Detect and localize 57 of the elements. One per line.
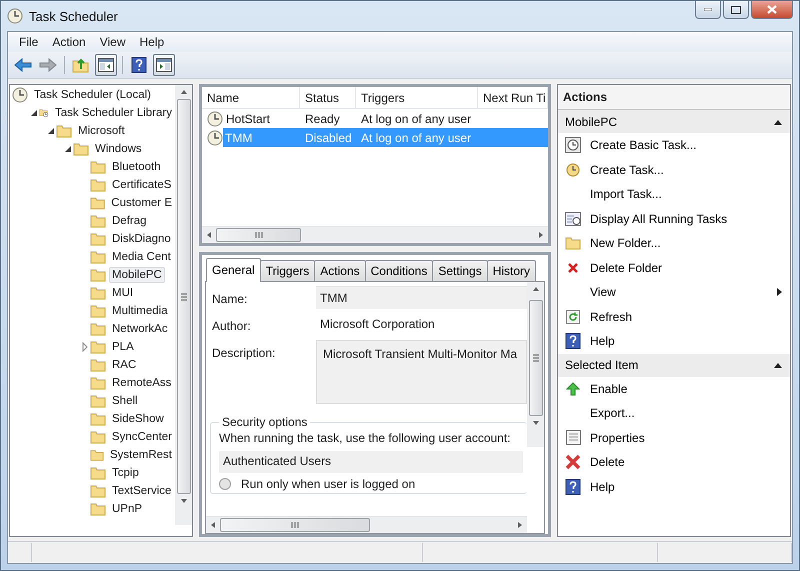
tab[interactable]: Triggers [260, 260, 316, 281]
tab[interactable]: Actions [314, 260, 366, 281]
field-label: Name: [211, 291, 248, 306]
radio-label: Run only when user is logged on [241, 477, 416, 491]
tab[interactable]: Conditions [364, 260, 434, 281]
read-only-field[interactable]: Microsoft Transient Multi-Monitor Ma [316, 340, 527, 404]
tree-item[interactable]: SystemRest [107, 447, 175, 463]
user-account-field[interactable]: Authenticated Users [219, 451, 523, 473]
column-header[interactable]: Triggers [356, 87, 478, 109]
tree-item[interactable]: Windows [92, 141, 145, 157]
actions-pane-title: Actions [558, 85, 790, 110]
tree-item[interactable]: Task Scheduler (Local) [31, 87, 154, 103]
tab[interactable]: Settings [432, 260, 488, 281]
tree-item[interactable]: RemoteAss [109, 375, 174, 391]
tree-item[interactable]: Defrag [109, 213, 150, 229]
field-label: Author: [211, 318, 252, 333]
group-title: Security options [221, 415, 308, 429]
read-only-field[interactable]: TMM [316, 286, 527, 309]
tree-item[interactable]: SideShow [109, 411, 167, 427]
tree-item[interactable]: RAC [109, 357, 140, 373]
field-label: Description: [211, 345, 276, 360]
tree-item[interactable]: Tcpip [109, 465, 142, 481]
tree-item[interactable]: TextService [109, 483, 174, 499]
tree-item[interactable]: Shell [109, 393, 141, 409]
window-title: Task Scheduler [29, 8, 119, 24]
tree-item[interactable]: PLA [109, 339, 137, 355]
table-cell: Disabled [300, 128, 356, 147]
tab[interactable]: History [486, 260, 536, 281]
tree-item[interactable]: NetworkAc [109, 321, 171, 337]
column-header[interactable]: Status [300, 87, 356, 109]
tree-item[interactable]: Microsoft [75, 123, 128, 139]
column-header[interactable]: Next Run Ti [478, 87, 548, 109]
tree-item[interactable]: Media Cent [109, 249, 174, 265]
menu-item[interactable]: Help [132, 33, 172, 51]
tree-item[interactable]: SyncCenter [108, 429, 175, 445]
field-value: Microsoft Corporation [319, 316, 436, 333]
tab[interactable]: General [206, 258, 261, 282]
account-prompt: When running the task, use the following user account: [219, 431, 512, 445]
section-header[interactable]: MobilePC [558, 110, 790, 133]
tree-item[interactable]: CertificateS [109, 177, 174, 193]
menu-item[interactable]: Action [45, 33, 93, 51]
tree-item[interactable]: MUI [109, 285, 136, 301]
tree-item[interactable]: Task Scheduler Library [52, 105, 175, 121]
table-cell-text: At log on of any user [360, 110, 472, 128]
tree-item[interactable]: Multimedia [109, 303, 171, 319]
tree-item[interactable]: Bluetooth [109, 159, 164, 175]
table-cell: At log on of any user [356, 128, 478, 147]
tree-item[interactable]: Customer E [108, 195, 175, 211]
task-name[interactable]: HotStart [226, 112, 270, 126]
menu-item[interactable]: File [12, 33, 46, 51]
tree-item[interactable]: UPnP [109, 501, 146, 517]
table-cell-text: Ready [304, 110, 341, 128]
tree-item[interactable]: MobilePC [109, 267, 165, 283]
menu-item[interactable]: View [92, 33, 132, 51]
section-header[interactable]: Selected Item [558, 354, 790, 376]
tree-item[interactable]: DiskDiagno [109, 231, 174, 247]
column-header[interactable]: Name [202, 87, 300, 109]
